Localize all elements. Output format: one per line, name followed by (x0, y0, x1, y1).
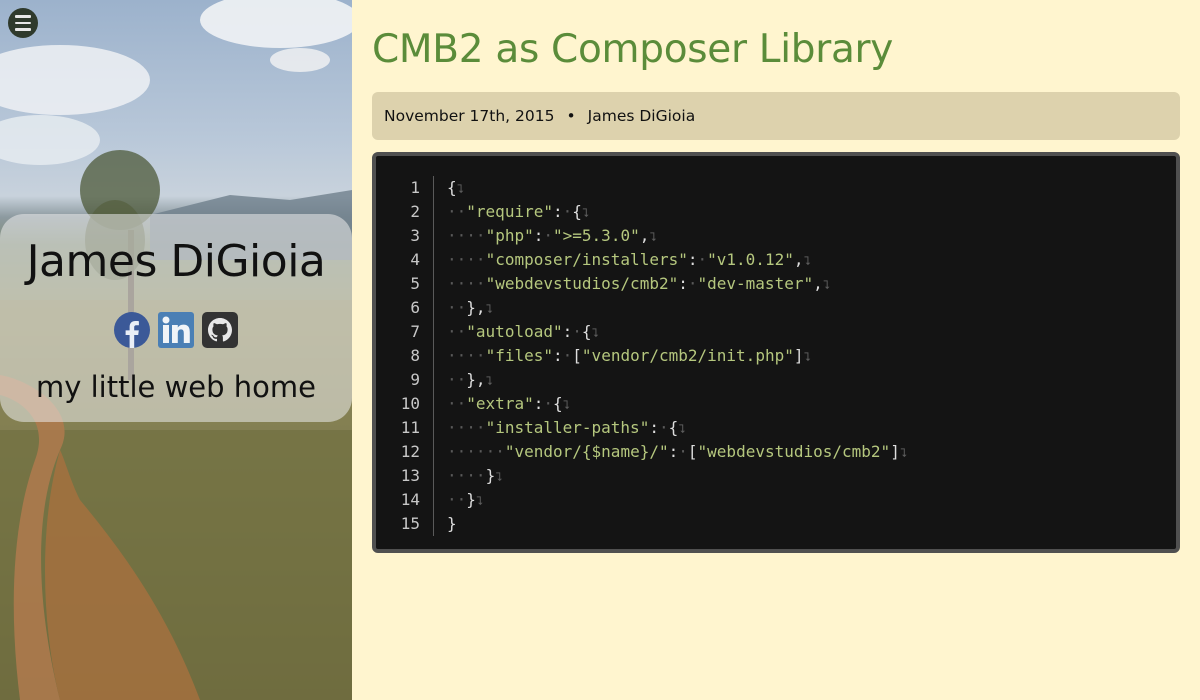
code-line: 9 ··},⮧ (394, 368, 907, 392)
line-number: 3 (394, 224, 434, 248)
line-number: 13 (394, 464, 434, 488)
line-number: 8 (394, 344, 434, 368)
code-line: 4 ····"composer/installers":·"v1.0.12",⮧ (394, 248, 907, 272)
code-text: ····"webdevstudios/cmb2":·"dev-master",⮧ (447, 274, 830, 293)
code-text: ··"extra":·{⮧ (447, 394, 570, 413)
code-lines: 1 {⮧ 2 ··"require":·{⮧ 3 ····"php":·">=5.3.0"… (394, 176, 907, 536)
meta-separator: • (566, 107, 576, 125)
code-text: ····}⮧ (447, 466, 503, 485)
code-text: } (447, 514, 457, 533)
line-number: 4 (394, 248, 434, 272)
code-text: ··"require":·{⮧ (447, 202, 589, 221)
post-author[interactable]: James DiGioia (588, 107, 696, 125)
menu-bar (15, 21, 31, 25)
code-line: 12 ······"vendor/{$name}/":·["webdevstudi… (394, 440, 907, 464)
code-text: ····"installer-paths":·{⮧ (447, 418, 686, 437)
menu-bar (15, 28, 31, 31)
line-number: 6 (394, 296, 434, 320)
linkedin-icon[interactable] (158, 312, 194, 348)
code-text: ····"php":·">=5.3.0",⮧ (447, 226, 657, 245)
line-number: 11 (394, 416, 434, 440)
code-line: 11 ····"installer-paths":·{⮧ (394, 416, 907, 440)
code-text: ····"files":·["vendor/cmb2/init.php"]⮧ (447, 346, 811, 365)
site-owner-name: James DiGioia (26, 236, 326, 287)
code-text: {⮧ (447, 178, 464, 197)
line-number: 15 (394, 512, 434, 536)
line-number: 1 (394, 176, 434, 200)
site-tagline: my little web home (35, 370, 316, 404)
code-text: ··},⮧ (447, 370, 493, 389)
code-line: 10 ··"extra":·{⮧ (394, 392, 907, 416)
code-line: 3 ····"php":·">=5.3.0",⮧ (394, 224, 907, 248)
code-line: 5 ····"webdevstudios/cmb2":·"dev-master",… (394, 272, 907, 296)
line-number: 9 (394, 368, 434, 392)
menu-bar (15, 15, 31, 18)
profile-card: James DiGioia my little web home (0, 214, 352, 422)
code-text: ····"composer/installers":·"v1.0.12",⮧ (447, 250, 811, 269)
hamburger-menu-icon[interactable] (8, 8, 38, 38)
code-line: 1 {⮧ (394, 176, 907, 200)
code-text: ··},⮧ (447, 298, 493, 317)
post-date: November 17th, 2015 (384, 107, 555, 125)
code-text: ······"vendor/{$name}/":·["webdevstudios… (447, 442, 907, 461)
post-title: CMB2 as Composer Library (372, 27, 894, 72)
line-number: 12 (394, 440, 434, 464)
github-icon[interactable] (202, 312, 238, 348)
facebook-icon[interactable] (114, 312, 150, 348)
line-number: 10 (394, 392, 434, 416)
code-line: 7 ··"autoload":·{⮧ (394, 320, 907, 344)
line-number: 5 (394, 272, 434, 296)
line-number: 7 (394, 320, 434, 344)
code-line: 8 ····"files":·["vendor/cmb2/init.php"]⮧ (394, 344, 907, 368)
code-line: 6 ··},⮧ (394, 296, 907, 320)
sidebar: James DiGioia my little web home (0, 0, 352, 700)
line-number: 14 (394, 488, 434, 512)
code-line: 13 ····}⮧ (394, 464, 907, 488)
line-number: 2 (394, 200, 434, 224)
code-text: ··"autoload":·{⮧ (447, 322, 599, 341)
code-line: 15} (394, 512, 907, 536)
code-line: 14 ··}⮧ (394, 488, 907, 512)
post-meta-bar: November 17th, 2015 • James DiGioia (372, 92, 1180, 140)
code-line: 2 ··"require":·{⮧ (394, 200, 907, 224)
code-block: 1 {⮧ 2 ··"require":·{⮧ 3 ····"php":·">=5.3.0"… (372, 152, 1180, 553)
social-links (0, 312, 352, 348)
code-text: ··}⮧ (447, 490, 484, 509)
